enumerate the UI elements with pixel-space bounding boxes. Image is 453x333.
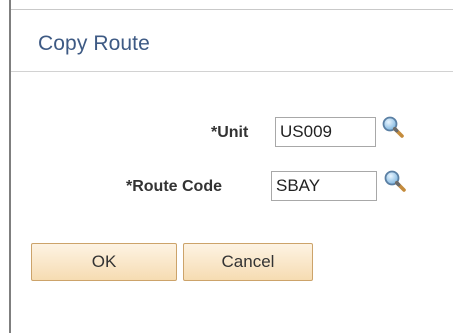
- unit-lookup-magnifier-icon[interactable]: [381, 115, 405, 139]
- background-page-strip: [0, 0, 453, 10]
- route-code-lookup-magnifier-icon[interactable]: [383, 169, 407, 193]
- dialog-title: Copy Route: [38, 32, 150, 55]
- ok-button[interactable]: OK: [31, 243, 177, 281]
- copy-route-dialog: Copy Route *Unit *Route Code: [11, 10, 453, 333]
- dialog-title-bar: Copy Route: [11, 10, 453, 72]
- route-code-input[interactable]: [271, 171, 377, 201]
- cancel-button[interactable]: Cancel: [183, 243, 313, 281]
- unit-input[interactable]: [275, 117, 376, 147]
- route-code-label: *Route Code: [126, 178, 222, 195]
- screen: Copy Route *Unit *Route Code: [0, 0, 453, 333]
- unit-label: *Unit: [211, 124, 249, 141]
